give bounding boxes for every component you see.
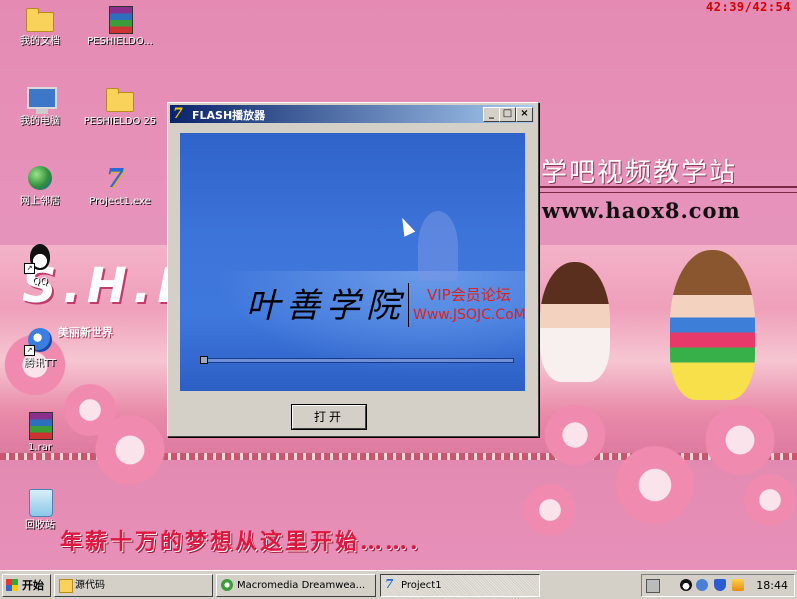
desktop-icon-label: 我的电脑	[20, 116, 60, 127]
desktop-icon-tencent-tt[interactable]: ↗ 腾讯TT	[0, 326, 80, 370]
wallpaper-slogan: 年薪十万的梦想从这里开始…….	[60, 529, 421, 555]
taskbar-item-label: Macromedia Dreamwea...	[237, 580, 366, 591]
desktop-icon-1-rar[interactable]: 1.rar	[0, 410, 80, 454]
rar-archive-icon	[109, 6, 133, 34]
desktop-icon-label: Project1.exe	[89, 196, 151, 207]
qq-penguin-icon[interactable]	[680, 579, 692, 591]
desktop-icon-label: PESHIELDO 25	[83, 116, 157, 127]
close-button[interactable]: ×	[516, 107, 533, 122]
desktop-icon-network-places[interactable]: 网上邻居	[0, 164, 80, 208]
banner-title: 学吧视频教学站	[541, 158, 738, 188]
taskbar-clock: 18:44	[756, 579, 788, 592]
wallpaper-person	[540, 262, 610, 382]
playback-clock: 42:39/42:54	[706, 0, 791, 14]
blossom-decoration	[520, 480, 580, 540]
folder-icon	[59, 579, 73, 593]
blossom-decoration	[90, 410, 170, 490]
blossom-decoration	[700, 400, 780, 480]
banner-url: www.haox8.com	[542, 198, 741, 223]
system-tray: 18:44	[641, 574, 795, 597]
start-label: 开始	[22, 579, 44, 592]
taskbar-item-project1[interactable]: 7 Project1	[380, 574, 540, 597]
desktop-icon-label: 我的文档	[20, 36, 60, 47]
shortcut-arrow-icon: ↗	[24, 345, 35, 356]
open-button[interactable]: 打开	[291, 404, 367, 430]
playback-progress-bar[interactable]	[200, 356, 514, 364]
desktop-icon-peshieldo-folder[interactable]: PESHIELDO 25	[80, 84, 160, 128]
desktop-icon-project1-exe[interactable]: 7 Project1.exe	[80, 164, 160, 208]
banner-divider	[537, 192, 797, 193]
minimize-button[interactable]: _	[483, 107, 500, 122]
banner-divider	[537, 186, 797, 188]
wallpaper-person	[670, 250, 755, 400]
flash-stage[interactable]: 叶善学院 VIP会员论坛 Www.JSOJC.CoM	[180, 133, 526, 391]
desktop-icon-my-computer[interactable]: 我的电脑	[0, 84, 80, 128]
stage-vip-text: VIP会员论坛	[427, 286, 511, 304]
desktop: 42:39/42:54 学吧视频教学站 www.haox8.com S.H.E …	[0, 0, 797, 570]
desktop-icon-label: 腾讯TT	[23, 358, 57, 369]
flash-app-icon: 7	[173, 106, 183, 122]
my-computer-icon	[27, 87, 57, 114]
dreamweaver-icon	[221, 579, 233, 591]
progress-knob[interactable]	[200, 356, 208, 364]
tencent-tt-icon[interactable]	[696, 579, 708, 591]
taskbar-item-dreamweaver[interactable]: Macromedia Dreamwea...	[216, 574, 376, 597]
mouse-cursor-icon	[396, 215, 416, 237]
blossom-decoration	[610, 440, 700, 530]
taskbar-item-source-folder[interactable]: 源代码	[54, 574, 213, 597]
desktop-icon-qq[interactable]: ↗ QQ	[0, 244, 80, 288]
taskbar-item-label: Project1	[401, 580, 442, 591]
window-titlebar[interactable]: 7 FLASH播放器 _ □ ×	[170, 105, 534, 123]
recycle-bin-icon	[29, 489, 53, 517]
flash-player-exe-icon: 7	[106, 164, 125, 194]
folder-icon	[106, 88, 134, 112]
stage-logo: 叶善学院	[246, 286, 406, 326]
flash-player-window[interactable]: 7 FLASH播放器 _ □ × 叶善学院 VIP会员论坛 Www.JSOJC.…	[167, 102, 539, 437]
rar-archive-icon	[29, 412, 53, 440]
desktop-icon-label: 网上邻居	[20, 196, 60, 207]
maximize-button[interactable]: □	[499, 107, 516, 122]
shield-icon[interactable]	[714, 579, 726, 591]
network-places-icon	[28, 166, 52, 190]
flash-player-exe-icon: 7	[385, 577, 394, 591]
blossom-decoration	[540, 400, 610, 470]
taskbar-item-label: 源代码	[75, 580, 105, 591]
keyboard-icon[interactable]	[646, 579, 660, 593]
blossom-decoration	[740, 470, 797, 530]
speaker-icon[interactable]	[732, 579, 744, 591]
desktop-icon-label: PESHIELDO...	[87, 36, 153, 47]
taskbar: 开始 源代码 Macromedia Dreamwea... 7 Project1…	[0, 570, 797, 599]
desktop-icon-label: QQ	[32, 276, 48, 287]
stage-divider	[408, 283, 409, 327]
desktop-icon-label: 1.rar	[28, 442, 52, 453]
window-title: FLASH播放器	[192, 109, 266, 122]
stage-tree-decoration	[418, 211, 458, 281]
desktop-icon-peshieldo-rar[interactable]: PESHIELDO...	[80, 4, 160, 48]
stage-site-text: Www.JSOJC.CoM	[413, 307, 526, 323]
my-documents-folder-icon	[26, 8, 54, 32]
desktop-icon-recycle-bin[interactable]: 回收站	[0, 488, 80, 532]
shortcut-arrow-icon: ↗	[24, 263, 35, 274]
desktop-icon-my-documents[interactable]: 我的文档	[0, 4, 80, 48]
windows-logo-icon	[6, 579, 18, 591]
start-button[interactable]: 开始	[2, 574, 51, 597]
desktop-icon-label: 回收站	[25, 520, 55, 531]
